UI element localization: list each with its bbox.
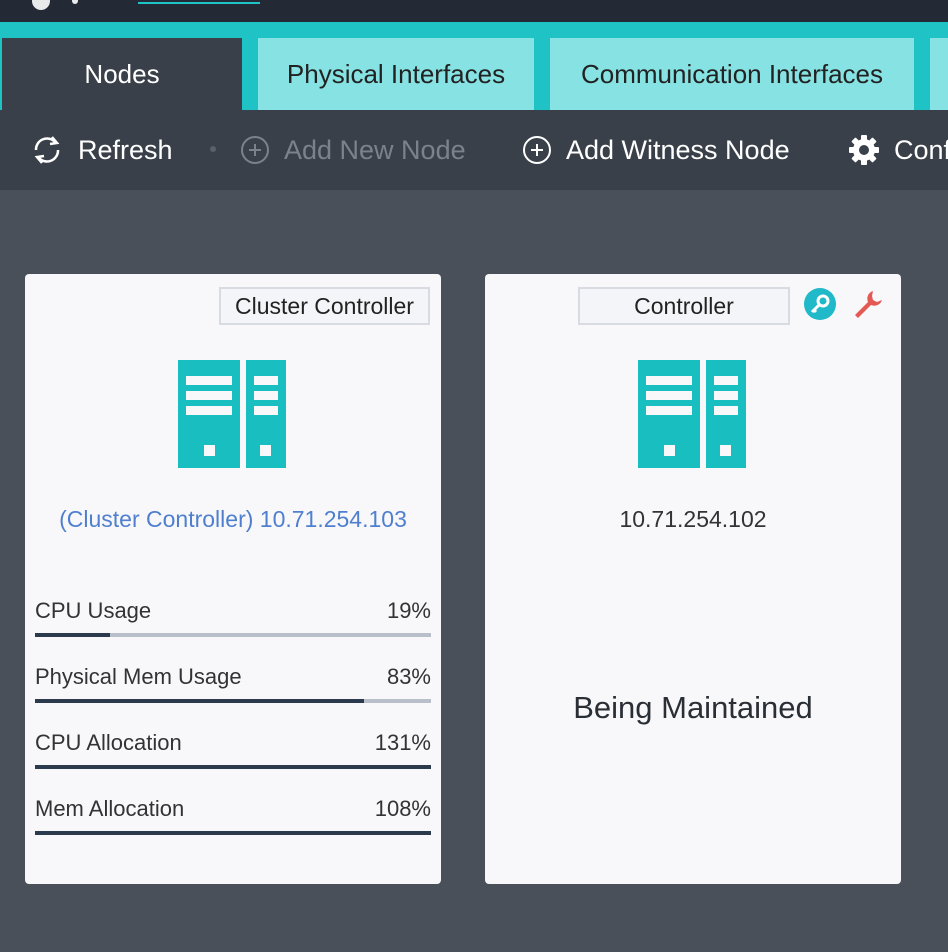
metric-bar-track [35, 831, 431, 835]
server-icon [638, 360, 746, 468]
tab-communication-interfaces[interactable]: Communication Interfaces [550, 38, 914, 110]
add-new-node-label: Add New Node [284, 134, 466, 165]
refresh-button[interactable]: Refresh [30, 110, 173, 190]
node-ip-label: 10.71.254.102 [619, 506, 767, 532]
config-button[interactable]: Conf [848, 110, 948, 190]
refresh-label: Refresh [78, 134, 173, 165]
metric-bar-fill [35, 699, 364, 703]
refresh-icon [34, 136, 60, 164]
config-label: Conf [894, 134, 948, 165]
tab-nodes-label: Nodes [84, 58, 160, 89]
tab-overflow[interactable] [930, 38, 948, 110]
header-link-underline [138, 0, 260, 4]
metric-bar-track [35, 699, 431, 703]
node-card-controller[interactable]: Controller 10.71.254.102 Being Maintaine… [485, 274, 901, 884]
metric-value: 19% [386, 598, 431, 623]
toolbar: Refresh Add New Node Add Witness Node Co… [0, 110, 948, 190]
role-badge: Cluster Controller [219, 287, 430, 325]
top-header [0, 0, 948, 22]
metric-value: 83% [386, 664, 431, 689]
add-new-node-button[interactable]: Add New Node [240, 110, 466, 190]
tab-bar: Nodes Physical Interfaces Communication … [0, 22, 948, 110]
key-icon[interactable] [804, 288, 836, 320]
metric-bar-fill [35, 633, 111, 637]
wrench-icon[interactable] [852, 288, 884, 320]
logo-mark-tick [72, 0, 78, 4]
role-badge: Controller [578, 287, 790, 325]
node-card-cluster-controller[interactable]: Cluster Controller (Cluster Controller) … [25, 274, 441, 884]
tab-communication-interfaces-label: Communication Interfaces [580, 58, 884, 89]
maintenance-status: Being Maintained [573, 690, 813, 725]
metric-value: 108% [374, 796, 431, 821]
metric-label: Physical Mem Usage [35, 664, 242, 689]
add-witness-node-label: Add Witness Node [566, 134, 790, 165]
gear-icon [849, 135, 879, 165]
logo-mark [32, 0, 50, 10]
tab-physical-interfaces-label: Physical Interfaces [286, 58, 506, 89]
role-badge-label: Controller [634, 292, 734, 319]
metric-label: CPU Usage [35, 598, 152, 623]
metric-bar-track [35, 633, 431, 637]
role-badge-label: Cluster Controller [235, 292, 414, 319]
tab-physical-interfaces[interactable]: Physical Interfaces [258, 38, 534, 110]
metric-bar-fill [35, 831, 431, 835]
server-icon [178, 360, 286, 468]
metric-bar-fill [35, 765, 431, 769]
toolbar-separator [210, 146, 216, 152]
metric-value: 131% [374, 730, 431, 755]
metric-label: Mem Allocation [35, 796, 185, 821]
node-ip-link[interactable]: (Cluster Controller) 10.71.254.103 [25, 506, 441, 533]
metric-bar-track [35, 765, 431, 769]
tab-nodes[interactable]: Nodes [2, 38, 242, 110]
add-circle-icon [523, 136, 551, 164]
metric-label: CPU Allocation [35, 730, 182, 755]
add-witness-node-button[interactable]: Add Witness Node [522, 110, 790, 190]
add-circle-icon [241, 136, 269, 164]
